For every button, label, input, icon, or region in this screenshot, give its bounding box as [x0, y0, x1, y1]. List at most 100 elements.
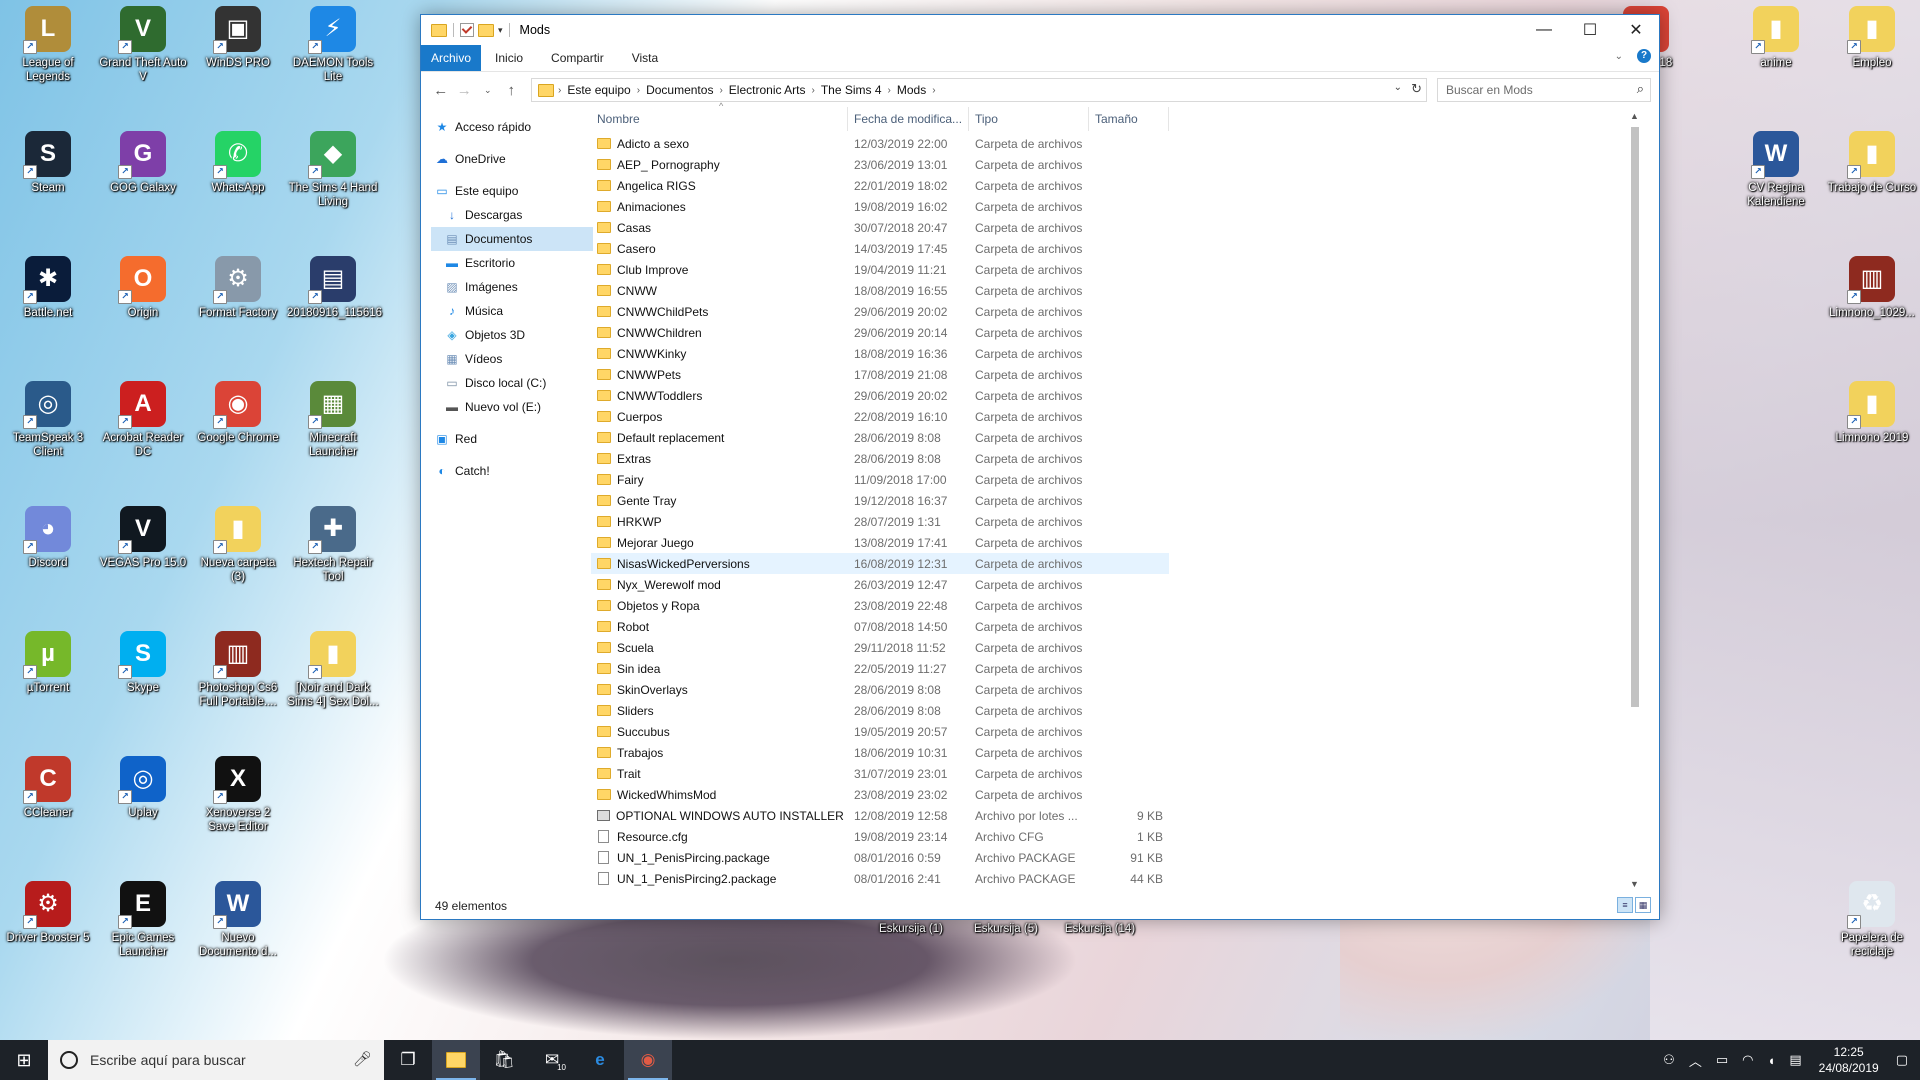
- file-row[interactable]: Cuerpos 22/08/2019 16:10 Carpeta de archiv…: [591, 406, 1643, 427]
- search-input[interactable]: Buscar en Mods ⌕: [1437, 78, 1651, 102]
- maximize-button[interactable]: ☐: [1567, 15, 1613, 45]
- column-header-type[interactable]: Tipo: [969, 107, 1089, 131]
- file-row[interactable]: UN_1_PenisPircing.package 08/01/2016 0:59…: [591, 847, 1643, 868]
- nav-item[interactable]: ▬ Escritorio: [435, 251, 593, 275]
- store-icon[interactable]: 🛍︎: [480, 1040, 528, 1080]
- nav-item[interactable]: ◐ Catch!: [435, 459, 593, 483]
- file-row[interactable]: Robot 07/08/2018 14:50 Carpeta de archivos: [591, 616, 1643, 637]
- desktop-icon[interactable]: ◕ ↗ Discord: [2, 506, 94, 570]
- breadcrumb-item[interactable]: The Sims 4: [815, 83, 888, 97]
- column-header-date[interactable]: Fecha de modifica...: [848, 107, 969, 131]
- desktop-icon[interactable]: ◆ ↗ The Sims 4 Hand Living: [287, 131, 379, 209]
- nav-item[interactable]: ▦ Vídeos: [435, 347, 593, 371]
- desktop-icon[interactable]: ✚ ↗ Hextech Repair Tool: [287, 506, 379, 584]
- desktop-icon[interactable]: ◉ ↗ Google Chrome: [192, 381, 284, 445]
- file-row[interactable]: CNWW 18/08/2019 16:55 Carpeta de archivos: [591, 280, 1643, 301]
- desktop-icon[interactable]: µ ↗ µTorrent: [2, 631, 94, 695]
- nav-item[interactable]: ☁ OneDrive: [435, 147, 593, 171]
- nav-item[interactable]: ▤ Documentos: [431, 227, 593, 251]
- new-folder-icon[interactable]: [478, 23, 494, 37]
- nav-item[interactable]: ♪ Música: [435, 299, 593, 323]
- vertical-scrollbar[interactable]: ▲ ▼: [1627, 107, 1643, 893]
- desktop-icon[interactable]: W ↗ Nuevo Documento d...: [192, 881, 284, 959]
- nav-item[interactable]: ▨ Imágenes: [435, 275, 593, 299]
- desktop-icon[interactable]: S ↗ Steam: [2, 131, 94, 195]
- nav-item[interactable]: ↓ Descargas: [435, 203, 593, 227]
- nav-item[interactable]: ▣ Red: [435, 427, 593, 451]
- file-row[interactable]: AEP_ Pornography 23/06/2019 13:01 Carpeta …: [591, 154, 1643, 175]
- desktop-icon[interactable]: ▥ ↗ Limnono_1029...: [1826, 256, 1918, 320]
- chrome-icon[interactable]: ◉: [624, 1040, 672, 1080]
- desktop-icon[interactable]: V ↗ Grand Theft Auto V: [97, 6, 189, 84]
- expand-ribbon-icon[interactable]: ⌄: [1615, 51, 1623, 62]
- column-header-size[interactable]: Tamaño: [1089, 107, 1169, 131]
- desktop-icon[interactable]: ▮ ↗ [Noir and Dark Sims 4] Sex Dol...: [287, 631, 379, 709]
- file-row[interactable]: CNWWChildPets 29/06/2019 20:02 Carpeta de …: [591, 301, 1643, 322]
- file-row[interactable]: Angelica RIGS 22/01/2019 18:02 Carpeta de …: [591, 175, 1643, 196]
- file-row[interactable]: Casero 14/03/2019 17:45 Carpeta de archivo…: [591, 238, 1643, 259]
- tab-archivo[interactable]: Archivo: [421, 45, 482, 71]
- file-row[interactable]: Fairy 11/09/2018 17:00 Carpeta de archivos: [591, 469, 1643, 490]
- file-row[interactable]: HRKWP 28/07/2019 1:31 Carpeta de archivos: [591, 511, 1643, 532]
- file-row[interactable]: Mejorar Juego 13/08/2019 17:41 Carpeta de …: [591, 532, 1643, 553]
- file-row[interactable]: Casas 30/07/2018 20:47 Carpeta de archivos: [591, 217, 1643, 238]
- details-view-icon[interactable]: ≡: [1617, 897, 1633, 913]
- file-row[interactable]: Extras 28/06/2019 8:08 Carpeta de archivos: [591, 448, 1643, 469]
- desktop-icon[interactable]: ▮ ↗ Nueva carpeta (3): [192, 506, 284, 584]
- nav-item[interactable]: ★ Acceso rápido: [435, 115, 593, 139]
- language-icon[interactable]: ▤: [1782, 1052, 1808, 1068]
- file-row[interactable]: Nyx_Werewolf mod 26/03/2019 12:47 Carpeta …: [591, 574, 1643, 595]
- file-row[interactable]: Adicto a sexo 12/03/2019 22:00 Carpeta de …: [591, 133, 1643, 154]
- file-row[interactable]: SkinOverlays 28/06/2019 8:08 Carpeta de ar…: [591, 679, 1643, 700]
- file-row[interactable]: CNWWKinky 18/08/2019 16:36 Carpeta de arch…: [591, 343, 1643, 364]
- desktop-icon[interactable]: W ↗ CV Regina Kalendiene: [1730, 131, 1822, 209]
- desktop-icon[interactable]: ◎ ↗ Uplay: [97, 756, 189, 820]
- taskbar-search-input[interactable]: Escribe aquí para buscar 🎤︎: [48, 1040, 384, 1080]
- tab-vista[interactable]: Vista: [618, 45, 672, 71]
- people-icon[interactable]: ⚇: [1656, 1052, 1682, 1068]
- notifications-icon[interactable]: ▢: [1889, 1052, 1920, 1068]
- minimize-button[interactable]: —: [1521, 15, 1567, 45]
- properties-icon[interactable]: [460, 23, 474, 37]
- tab-compartir[interactable]: Compartir: [537, 45, 618, 71]
- show-hidden-icons-icon[interactable]: ︿: [1682, 1051, 1709, 1070]
- desktop-icon[interactable]: ▮ ↗ Limnono 2019: [1826, 381, 1918, 445]
- volume-icon[interactable]: ◖: [1760, 1053, 1782, 1068]
- desktop-icon[interactable]: Eskursija (5): [960, 918, 1052, 936]
- scrollbar-thumb[interactable]: [1631, 127, 1639, 707]
- file-explorer-taskbar-icon[interactable]: [432, 1040, 480, 1080]
- file-row[interactable]: Trait 31/07/2019 23:01 Carpeta de archivos: [591, 763, 1643, 784]
- desktop-icon[interactable]: O ↗ Origin: [97, 256, 189, 320]
- file-row[interactable]: Club Improve 19/04/2019 11:21 Carpeta de a…: [591, 259, 1643, 280]
- file-row[interactable]: Objetos y Ropa 23/08/2019 22:48 Carpeta de…: [591, 595, 1643, 616]
- help-icon[interactable]: ?: [1637, 49, 1651, 63]
- up-arrow-icon[interactable]: ↑: [500, 82, 524, 99]
- nav-item[interactable]: ▭ Este equipo: [435, 179, 593, 203]
- battery-icon[interactable]: ▭: [1709, 1052, 1735, 1068]
- desktop-icon[interactable]: C ↗ CCleaner: [2, 756, 94, 820]
- chevron-down-icon[interactable]: ⌄: [1394, 82, 1402, 93]
- nav-item[interactable]: ▬ Nuevo vol (E:): [435, 395, 593, 419]
- back-arrow-icon[interactable]: ←: [429, 82, 453, 99]
- scroll-down-icon[interactable]: ▼: [1630, 879, 1639, 889]
- desktop-icon[interactable]: ▮ ↗ Empleo: [1826, 6, 1918, 70]
- refresh-icon[interactable]: ↻: [1411, 81, 1422, 97]
- file-row[interactable]: OPTIONAL WINDOWS AUTO INSTALLER 12/08/201…: [591, 805, 1643, 826]
- desktop-icon[interactable]: ▦ ↗ Minecraft Launcher: [287, 381, 379, 459]
- desktop-icon[interactable]: ▤ ↗ 20180916_115616: [287, 256, 382, 320]
- close-button[interactable]: ✕: [1613, 15, 1659, 45]
- file-row[interactable]: Animaciones 19/08/2019 16:02 Carpeta de ar…: [591, 196, 1643, 217]
- desktop-icon[interactable]: ▥ ↗ Photoshop Cs6 Full Portable....: [192, 631, 284, 709]
- file-row[interactable]: Gente Tray 19/12/2018 16:37 Carpeta de arc…: [591, 490, 1643, 511]
- desktop-icon[interactable]: X ↗ Xenoverse 2 Save Editor: [192, 756, 284, 834]
- desktop-icon[interactable]: G ↗ GOG Galaxy: [97, 131, 189, 195]
- desktop-icon[interactable]: ⚙ ↗ Format Factory: [192, 256, 284, 320]
- nav-item[interactable]: ◈ Objetos 3D: [435, 323, 593, 347]
- breadcrumb-item[interactable]: Mods: [891, 83, 932, 97]
- desktop-icon[interactable]: L ↗ League of Legends: [2, 6, 94, 84]
- forward-arrow-icon[interactable]: →: [453, 82, 477, 99]
- desktop-icon[interactable]: S ↗ Skype: [97, 631, 189, 695]
- large-icons-view-icon[interactable]: ▦: [1635, 897, 1651, 913]
- desktop-icon[interactable]: E ↗ Epic Games Launcher: [97, 881, 189, 959]
- address-bar[interactable]: › Este equipo › Documentos › Electronic …: [531, 78, 1427, 102]
